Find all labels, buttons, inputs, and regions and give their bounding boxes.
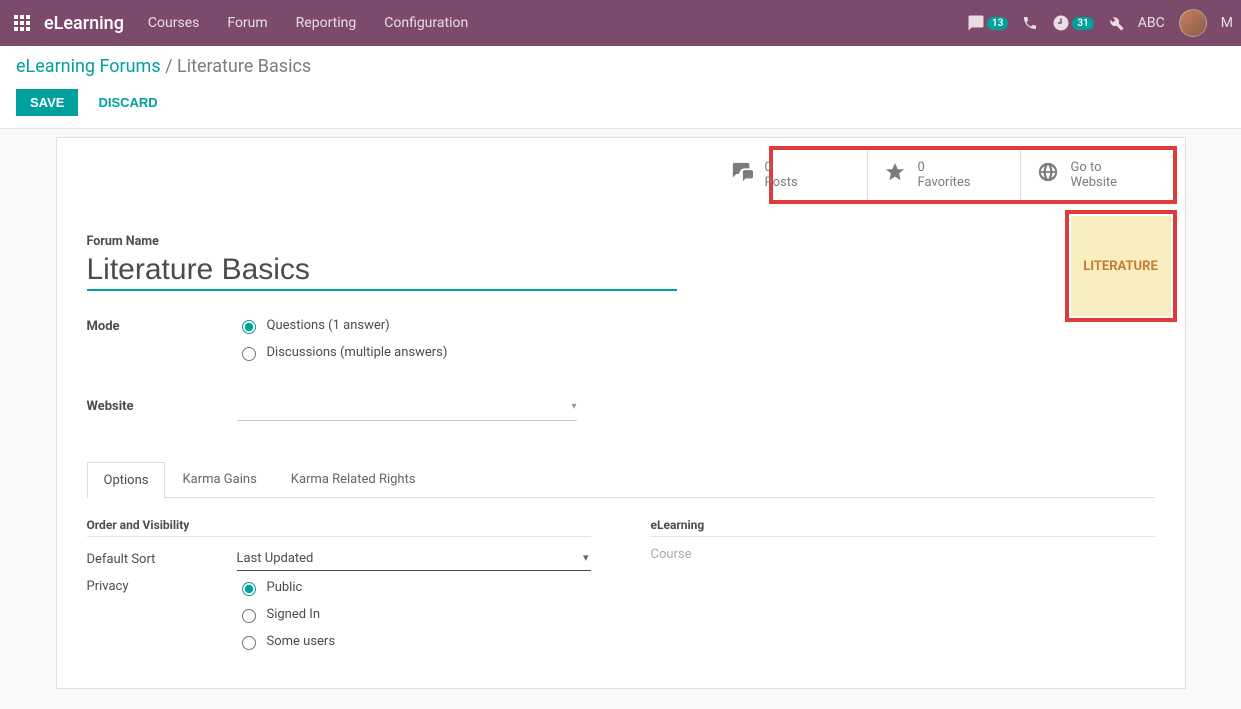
save-button[interactable]: SAVE <box>16 89 78 116</box>
stat-posts[interactable]: 0Posts <box>715 150 867 200</box>
nav-courses[interactable]: Courses <box>148 15 199 31</box>
nav-links: Courses Forum Reporting Configuration <box>148 15 468 31</box>
stat-favorites[interactable]: 0Favorites <box>867 150 1020 200</box>
tab-options-content: Order and Visibility Default Sort Last U… <box>57 498 1185 688</box>
nav-reporting[interactable]: Reporting <box>296 15 357 31</box>
website-label: Website <box>87 397 237 417</box>
mode-radio-group: Questions (1 answer) Discussions (multip… <box>237 317 577 371</box>
section-order-visibility: Order and Visibility <box>87 518 591 537</box>
nav-right: 13 31 ABC M <box>967 9 1233 37</box>
clock-badge: 31 <box>1072 17 1093 30</box>
forum-image[interactable]: LITERATURE <box>1065 210 1177 322</box>
forum-name-input[interactable] <box>87 253 677 291</box>
default-sort-label: Default Sort <box>87 552 237 567</box>
privacy-radio-group: Public Signed In Some users <box>237 579 336 660</box>
course-label: Course <box>651 547 1155 562</box>
website-select[interactable] <box>237 397 577 421</box>
stat-buttons: 0Posts 0Favorites Go toWebsite <box>769 146 1177 204</box>
breadcrumb: eLearning Forums / Literature Basics <box>16 56 1225 77</box>
messages-icon[interactable]: 13 <box>967 14 1008 32</box>
tab-options[interactable]: Options <box>87 462 166 498</box>
action-buttons: SAVE DISCARD <box>16 89 1225 116</box>
privacy-some-users[interactable]: Some users <box>237 633 336 650</box>
discard-button[interactable]: DISCARD <box>92 94 163 111</box>
breadcrumb-root[interactable]: eLearning Forums <box>16 56 161 77</box>
clock-icon[interactable]: 31 <box>1052 14 1093 32</box>
nav-forum[interactable]: Forum <box>227 15 267 31</box>
chat-icon <box>731 161 753 189</box>
default-sort-select[interactable]: Last Updated <box>237 547 591 571</box>
tools-icon[interactable] <box>1108 15 1124 31</box>
globe-icon <box>1037 161 1059 189</box>
mode-questions[interactable]: Questions (1 answer) <box>237 317 577 334</box>
privacy-public[interactable]: Public <box>237 579 336 596</box>
star-icon <box>884 161 906 189</box>
messages-badge: 13 <box>987 17 1008 30</box>
tab-karma-gains[interactable]: Karma Gains <box>165 461 273 497</box>
nav-configuration[interactable]: Configuration <box>384 15 468 31</box>
user-label[interactable]: ABC <box>1138 15 1165 31</box>
control-panel: eLearning Forums / Literature Basics SAV… <box>0 46 1241 129</box>
tabs: Options Karma Gains Karma Related Rights <box>87 461 1155 498</box>
section-elearning: eLearning <box>651 518 1155 537</box>
user-initial: M <box>1221 15 1233 31</box>
forum-image-placeholder: LITERATURE <box>1071 216 1171 316</box>
app-brand[interactable]: eLearning <box>44 13 124 34</box>
privacy-label: Privacy <box>87 579 237 594</box>
tab-karma-rights[interactable]: Karma Related Rights <box>274 461 433 497</box>
apps-launcher-icon[interactable] <box>8 9 36 37</box>
privacy-signed-in[interactable]: Signed In <box>237 606 336 623</box>
top-navbar: eLearning Courses Forum Reporting Config… <box>0 0 1241 46</box>
mode-discussions[interactable]: Discussions (multiple answers) <box>237 344 577 361</box>
stat-goto-website[interactable]: Go toWebsite <box>1020 150 1173 200</box>
mode-label: Mode <box>87 317 237 367</box>
phone-icon[interactable] <box>1022 15 1038 31</box>
forum-name-label: Forum Name <box>87 234 1155 249</box>
breadcrumb-current: Literature Basics <box>177 56 311 77</box>
avatar[interactable] <box>1179 9 1207 37</box>
form-sheet: 0Posts 0Favorites Go toWebsite LITERATUR… <box>56 137 1186 689</box>
